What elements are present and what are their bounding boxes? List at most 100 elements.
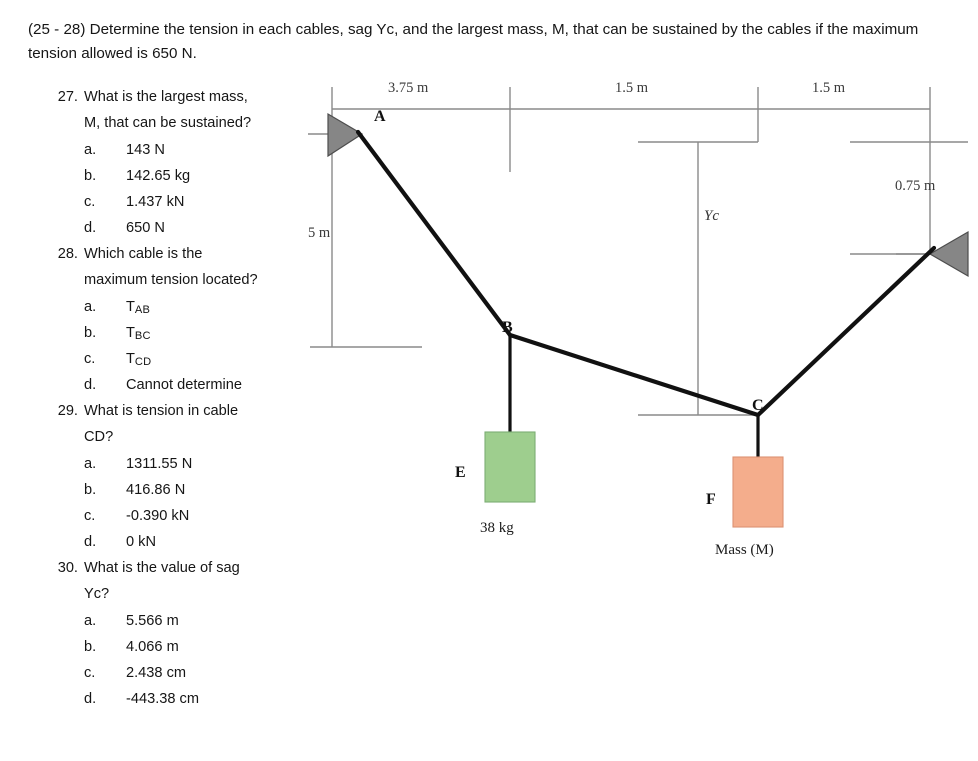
cable-group: [355, 129, 937, 418]
option-letter: d.: [84, 691, 97, 707]
cable-ab: [355, 129, 513, 338]
question-29-option-c[interactable]: c. -0.390 kN: [52, 503, 320, 529]
option-letter: b.: [84, 482, 97, 498]
option-value-main: T: [126, 299, 135, 315]
question-30-text-line2: Yc?: [84, 586, 110, 602]
option-value: Cannot determine: [116, 372, 320, 399]
problem-statement: (25 - 28) Determine the tension in each …: [28, 21, 919, 62]
hanger-ropes: [508, 335, 760, 457]
option-letter: b.: [84, 325, 97, 341]
option-value: TCD: [116, 346, 320, 373]
question-28-option-b[interactable]: b. TBC: [52, 320, 320, 346]
option-value: 650 N: [126, 220, 165, 236]
question-28-option-a[interactable]: a. TAB: [52, 294, 320, 320]
option-letter: a.: [84, 613, 97, 629]
question-29-option-d[interactable]: d. 0 kN: [52, 529, 320, 555]
block-f: [732, 456, 784, 528]
option-value: TAB: [116, 294, 320, 321]
question-29-text: What is tension in cable CD?: [84, 398, 320, 450]
question-30-header: 30. What is the value of sag Yc?: [52, 555, 320, 607]
question-28-text-line2: maximum tension located?: [84, 272, 258, 288]
option-letter: d.: [84, 534, 97, 550]
option-letter: b.: [84, 168, 97, 184]
option-letter: d.: [84, 220, 97, 236]
option-value: 2.438 cm: [126, 665, 187, 681]
question-28-text-line1: Which cable is the: [84, 246, 203, 262]
question-30-option-a[interactable]: a. 5.566 m: [52, 608, 320, 634]
question-27-option-d[interactable]: d. 650 N: [52, 215, 320, 241]
option-value-subscript: BC: [134, 330, 151, 342]
option-letter: c.: [84, 194, 96, 210]
option-value: 1.437 kN: [126, 194, 185, 210]
question-28: 28. Which cable is the maximum tension l…: [52, 241, 320, 398]
question-29-option-a[interactable]: a. 1311.55 N: [52, 451, 320, 477]
question-27-option-b[interactable]: b. 142.65 kg: [52, 163, 320, 189]
question-27-text-line2: M, that can be sustained?: [84, 115, 252, 131]
option-value-main: Cannot determine: [126, 377, 243, 393]
dimension-label-span-cd: 1.5 m: [812, 80, 846, 96]
question-27-text-line1: What is the largest mass,: [84, 89, 248, 105]
option-value: 0 kN: [126, 534, 157, 550]
question-29-text-line1: What is tension in cable: [84, 403, 239, 419]
question-29-text-line2: CD?: [84, 429, 114, 445]
option-value-subscript: CD: [134, 356, 152, 368]
mass-label-e: 38 kg: [480, 520, 514, 536]
question-30-option-c[interactable]: c. 2.438 cm: [52, 660, 320, 686]
point-label-c: C: [752, 397, 764, 414]
option-value-main: T: [126, 351, 135, 367]
pin-support-a-icon: [327, 112, 364, 158]
question-30-number: 30.: [57, 560, 78, 576]
point-label-e: E: [455, 464, 466, 481]
option-letter: c.: [84, 508, 96, 524]
dimension-label-sag-yc: Yc: [704, 208, 719, 224]
dimension-label-drop-d: 0.75 m: [895, 178, 936, 194]
option-letter: a.: [84, 142, 97, 158]
point-label-b: B: [502, 319, 513, 336]
question-27: 27. What is the largest mass, M, that ca…: [52, 84, 320, 241]
option-letter: a.: [84, 456, 97, 472]
dimension-label-span-ab: 3.75 m: [388, 80, 429, 96]
question-list: 27. What is the largest mass, M, that ca…: [52, 84, 320, 712]
question-29-option-b[interactable]: b. 416.86 N: [52, 477, 320, 503]
cable-bc: [507, 332, 761, 418]
question-27-option-a[interactable]: a. 143 N: [52, 137, 320, 163]
dimension-lines: [310, 87, 968, 416]
option-value: 4.066 m: [126, 639, 179, 655]
option-value: TBC: [116, 320, 320, 347]
question-27-text: What is the largest mass, M, that can be…: [84, 84, 320, 136]
cable-system-diagram: 3.75 m 1.5 m 1.5 m 5 m 0.75 m Yc A B C E…: [300, 62, 978, 572]
option-letter: d.: [84, 377, 97, 393]
option-value: 1311.55 N: [126, 456, 193, 472]
question-30: 30. What is the value of sag Yc? a. 5.56…: [52, 555, 320, 712]
question-29: 29. What is tension in cable CD? a. 1311…: [52, 398, 320, 555]
question-27-option-c[interactable]: c. 1.437 kN: [52, 189, 320, 215]
option-value: 416.86 N: [126, 482, 186, 498]
option-letter: c.: [84, 665, 96, 681]
option-value: 142.65 kg: [126, 168, 191, 184]
option-value: -443.38 cm: [126, 691, 200, 707]
option-letter: a.: [84, 299, 97, 315]
pin-support-d-icon: [928, 230, 969, 278]
question-28-text: Which cable is the maximum tension locat…: [84, 241, 320, 293]
question-30-text-line1: What is the value of sag: [84, 560, 240, 576]
option-letter: c.: [84, 351, 96, 367]
cable-cd: [755, 245, 937, 418]
question-30-option-d[interactable]: d. -443.38 cm: [52, 686, 320, 712]
question-28-header: 28. Which cable is the maximum tension l…: [52, 241, 320, 293]
worksheet-page: (25 - 28) Determine the tension in each …: [0, 0, 978, 761]
point-label-f: F: [706, 491, 716, 508]
option-value: 5.566 m: [126, 613, 179, 629]
block-e: [484, 431, 536, 503]
question-28-option-d[interactable]: d. Cannot determine: [52, 372, 320, 398]
question-29-header: 29. What is tension in cable CD?: [52, 398, 320, 450]
option-value: 143 N: [126, 142, 165, 158]
question-30-text: What is the value of sag Yc?: [84, 555, 320, 607]
dimension-label-span-bc: 1.5 m: [615, 80, 649, 96]
question-28-number: 28.: [57, 246, 78, 262]
question-30-option-b[interactable]: b. 4.066 m: [52, 634, 320, 660]
option-value: -0.390 kN: [126, 508, 190, 524]
option-letter: b.: [84, 639, 97, 655]
mass-label-f: Mass (M): [715, 542, 774, 558]
option-value-subscript: AB: [134, 304, 151, 316]
question-28-option-c[interactable]: c. TCD: [52, 346, 320, 372]
